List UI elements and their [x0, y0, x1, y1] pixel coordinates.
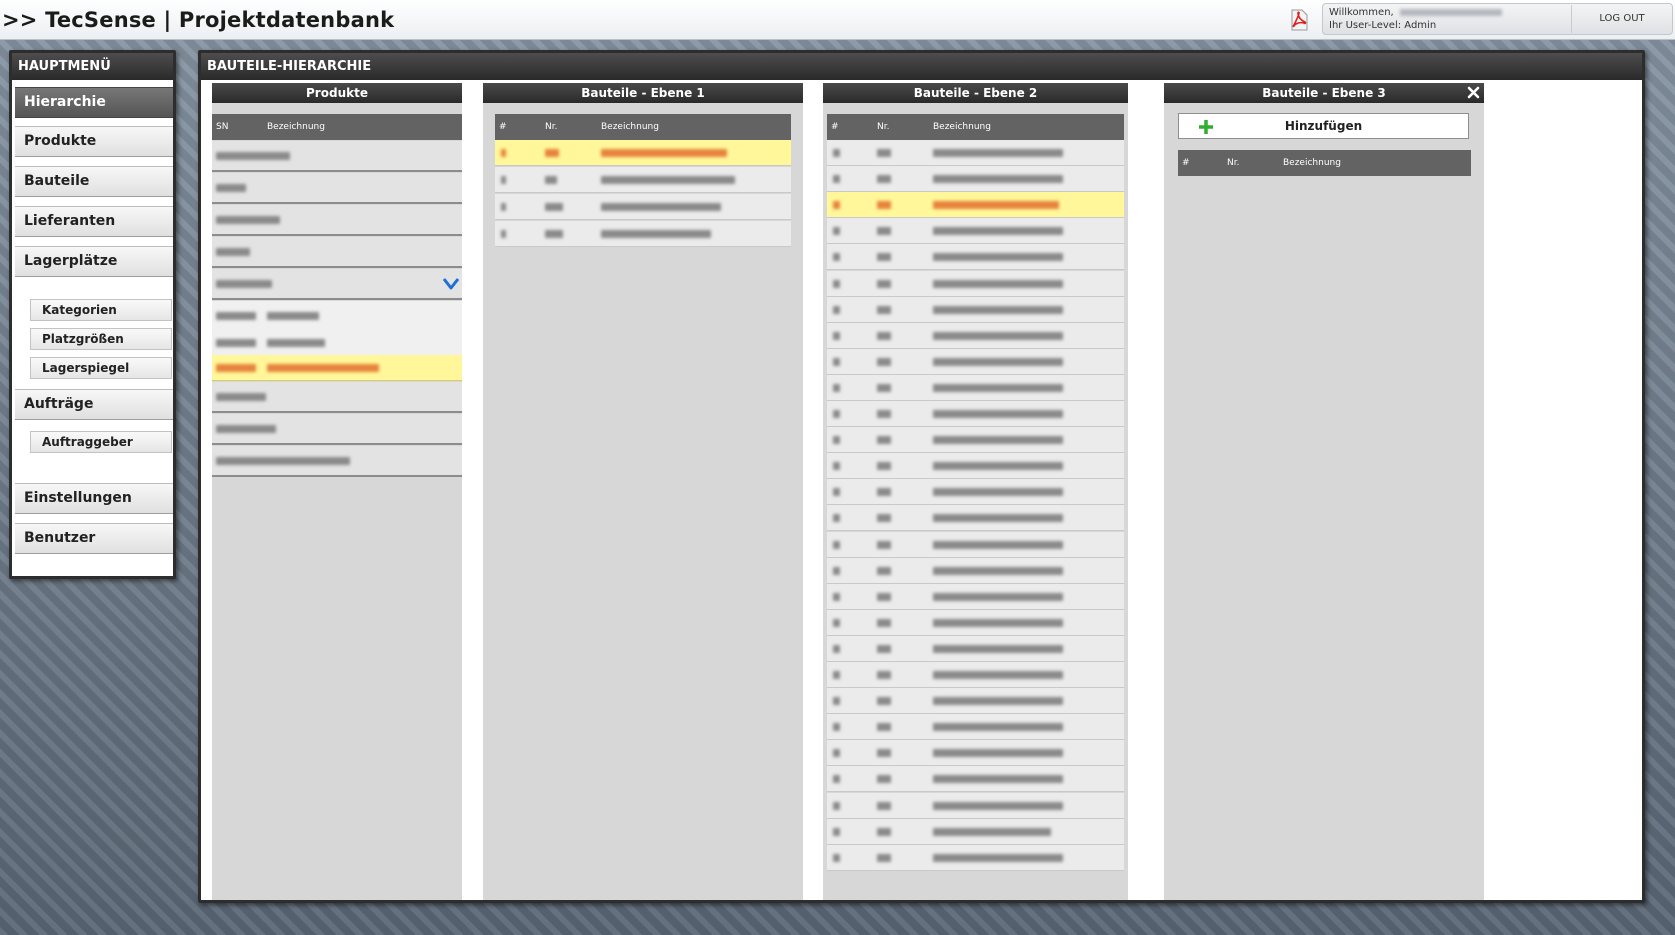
level2-row[interactable] — [827, 818, 1124, 845]
chevron-down-icon[interactable] — [442, 277, 460, 291]
menu-item-einstellungen[interactable]: Einstellungen — [15, 483, 173, 514]
level2-row[interactable] — [827, 583, 1124, 610]
main-menu-title: HAUPTMENÜ — [12, 53, 173, 80]
submenu-item-auftraggeber[interactable]: Auftraggeber — [30, 431, 172, 453]
product-row[interactable] — [212, 173, 462, 204]
panel-title: BAUTEILE-HIERARCHIE — [201, 53, 1642, 80]
level2-row[interactable] — [827, 218, 1124, 245]
product-subrow-selected[interactable] — [212, 355, 462, 381]
level2-row[interactable] — [827, 140, 1124, 166]
hierarchy-panel: BAUTEILE-HIERARCHIE Produkte SN Bezeichn… — [198, 50, 1645, 903]
product-row[interactable] — [212, 446, 462, 477]
submenu-item-kategorien[interactable]: Kategorien — [30, 299, 172, 321]
level2-row[interactable] — [827, 531, 1124, 558]
menu-item-produkte[interactable]: Produkte — [15, 126, 173, 157]
level2-row[interactable] — [827, 479, 1124, 506]
main-menu: HAUPTMENÜ Hierarchie Produkte Bauteile L… — [9, 50, 176, 579]
product-row[interactable] — [212, 205, 462, 236]
level3-title-text: Bauteile - Ebene 3 — [1262, 86, 1386, 100]
products-column: Produkte SN Bezeichnung — [212, 83, 462, 900]
level2-row[interactable] — [827, 401, 1124, 427]
level1-row[interactable] — [495, 167, 791, 193]
level2-row[interactable] — [827, 688, 1124, 715]
col-index: # — [499, 122, 507, 132]
level1-row[interactable] — [495, 221, 791, 247]
add-button-label: Hinzufügen — [1284, 119, 1363, 133]
col-index: # — [1182, 158, 1190, 168]
level1-column: Bauteile - Ebene 1 # Nr. Bezeichnung — [483, 83, 803, 900]
menu-item-bauteile[interactable]: Bauteile — [15, 166, 173, 197]
level2-row[interactable] — [827, 166, 1124, 193]
user-level: Ihr User-Level: Admin — [1329, 20, 1437, 31]
level2-row[interactable] — [827, 505, 1124, 532]
level3-column-title: Bauteile - Ebene 3 — [1164, 83, 1484, 103]
menu-item-auftraege[interactable]: Aufträge — [15, 389, 173, 420]
top-bar: >> TecSense | Projektdatenbank Willkomme… — [0, 0, 1675, 40]
menu-item-benutzer[interactable]: Benutzer — [15, 523, 173, 554]
level2-row-selected[interactable] — [827, 192, 1124, 219]
pdf-icon[interactable] — [1289, 9, 1309, 31]
level2-row[interactable] — [827, 635, 1124, 662]
level1-row-selected[interactable] — [495, 140, 791, 166]
menu-item-hierarchie[interactable]: Hierarchie — [15, 87, 173, 118]
products-column-title: Produkte — [212, 83, 462, 103]
user-box: Willkommen, Ihr User-Level: Admin LOG OU… — [1322, 3, 1673, 35]
add-button[interactable]: Hinzufügen — [1178, 113, 1469, 139]
col-bezeichnung: Bezeichnung — [933, 122, 991, 132]
plus-icon — [1199, 120, 1213, 134]
level1-column-title: Bauteile - Ebene 1 — [483, 83, 803, 103]
level1-row[interactable] — [495, 194, 791, 220]
level2-row[interactable] — [827, 322, 1124, 349]
level2-column-title: Bauteile - Ebene 2 — [823, 83, 1128, 103]
product-row-expanded[interactable] — [212, 269, 462, 300]
level2-column: Bauteile - Ebene 2 # Nr. Bezeichnung — [823, 83, 1128, 900]
level2-row[interactable] — [827, 453, 1124, 480]
col-bezeichnung: Bezeichnung — [1283, 158, 1341, 168]
level2-row[interactable] — [827, 244, 1124, 271]
products-table-header: SN Bezeichnung — [212, 114, 462, 140]
col-index: # — [831, 122, 839, 132]
level2-row[interactable] — [827, 766, 1124, 793]
welcome-text: Willkommen, — [1329, 7, 1502, 18]
menu-item-lieferanten[interactable]: Lieferanten — [15, 206, 173, 237]
level2-row[interactable] — [827, 348, 1124, 375]
col-bezeichnung: Bezeichnung — [267, 122, 325, 132]
level2-row[interactable] — [827, 427, 1124, 454]
level2-row[interactable] — [827, 792, 1124, 819]
menu-item-lagerplaetze[interactable]: Lagerplätze — [15, 246, 173, 277]
level2-row[interactable] — [827, 296, 1124, 323]
product-row[interactable] — [212, 414, 462, 445]
level2-row[interactable] — [827, 374, 1124, 401]
level3-table-header: # Nr. Bezeichnung — [1178, 150, 1471, 176]
product-row[interactable] — [212, 237, 462, 268]
col-nr: Nr. — [1227, 158, 1240, 168]
submenu-item-lagerspiegel[interactable]: Lagerspiegel — [30, 357, 172, 379]
level2-row[interactable] — [827, 844, 1124, 871]
level2-row[interactable] — [827, 557, 1124, 584]
app-title: >> TecSense | Projektdatenbank — [2, 8, 395, 32]
level1-table-header: # Nr. Bezeichnung — [495, 114, 791, 140]
close-icon[interactable] — [1466, 85, 1481, 100]
logout-button[interactable]: LOG OUT — [1571, 5, 1672, 33]
user-name-redacted — [1399, 8, 1502, 16]
level2-row[interactable] — [827, 714, 1124, 741]
col-nr: Nr. — [877, 122, 890, 132]
level2-row[interactable] — [827, 662, 1124, 688]
level2-table-header: # Nr. Bezeichnung — [827, 114, 1124, 140]
level2-row[interactable] — [827, 740, 1124, 767]
level3-column: Bauteile - Ebene 3 Hinzufügen # Nr. Beze… — [1164, 83, 1484, 900]
col-sn: SN — [216, 122, 229, 132]
product-row[interactable] — [212, 382, 462, 413]
submenu-item-platzgroessen[interactable]: Platzgrößen — [30, 328, 172, 350]
product-row[interactable] — [212, 141, 462, 172]
col-nr: Nr. — [545, 122, 558, 132]
col-bezeichnung: Bezeichnung — [601, 122, 659, 132]
level2-row[interactable] — [827, 270, 1124, 297]
level2-row[interactable] — [827, 609, 1124, 636]
